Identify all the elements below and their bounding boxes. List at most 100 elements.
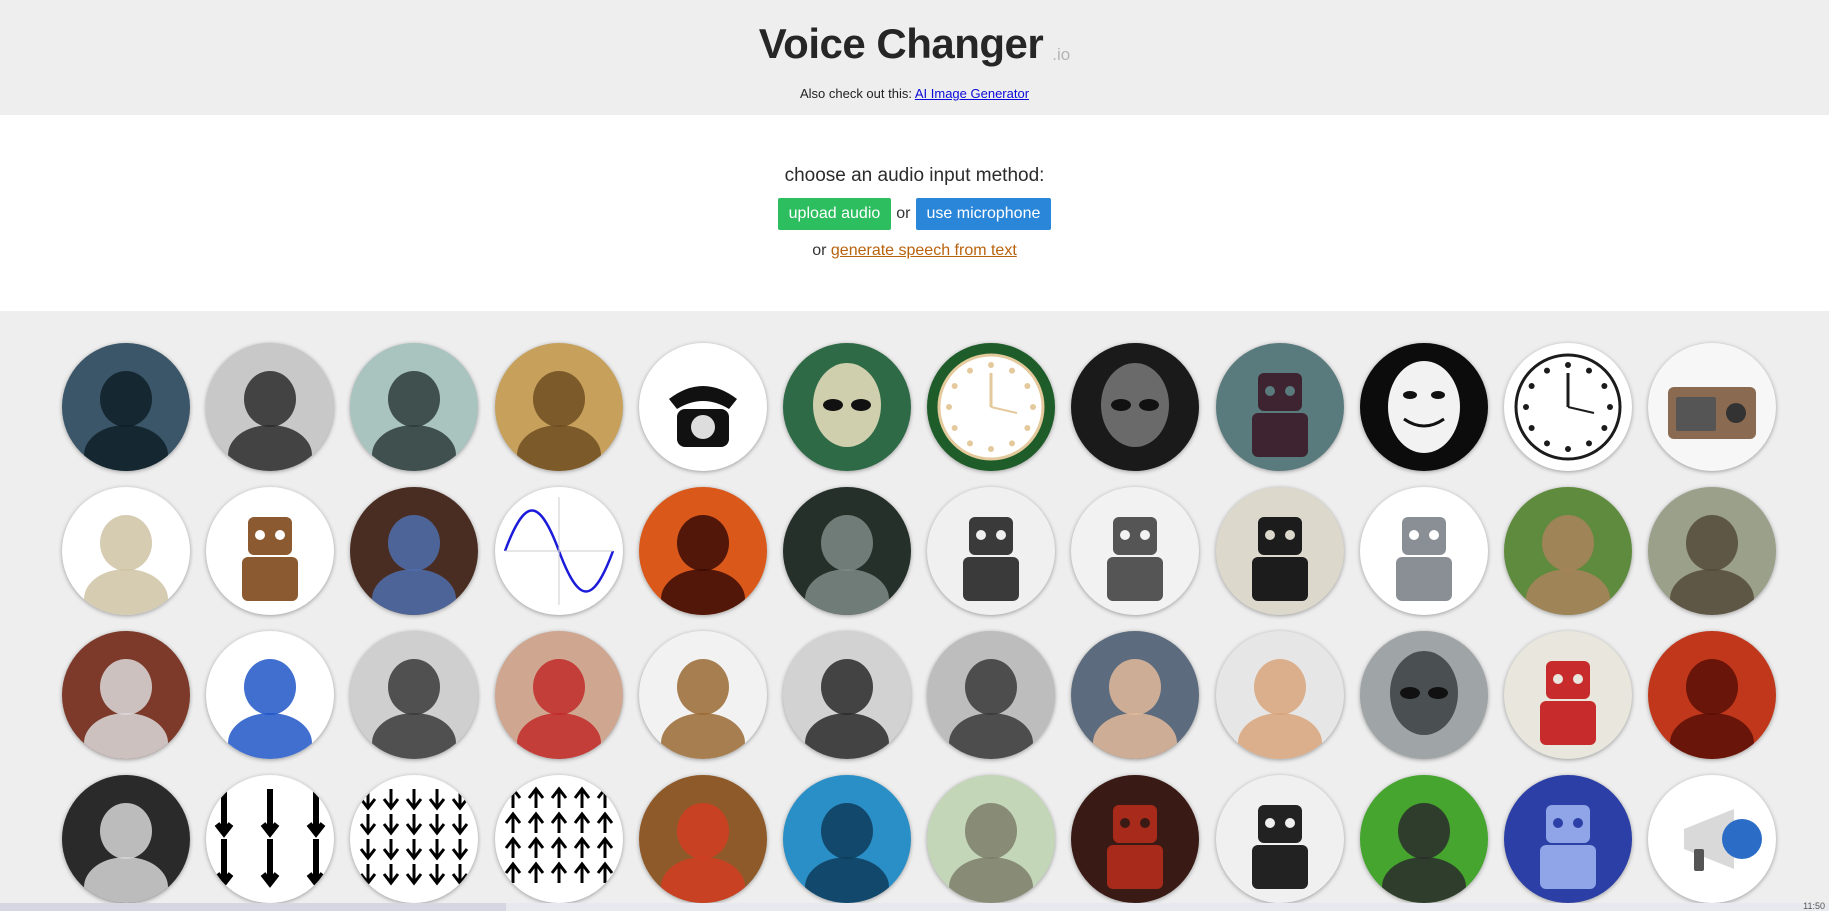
- playing-cards-voice-button[interactable]: [495, 631, 623, 759]
- dark-knight-voice-button[interactable]: [927, 631, 1055, 759]
- monster-roar-icon: [84, 371, 168, 471]
- mosquito-icon: [1382, 803, 1466, 903]
- ghost-hand-voice-button[interactable]: [350, 343, 478, 471]
- ushanka-officer-icon: [1093, 659, 1177, 759]
- tortoise-voice-button[interactable]: [1648, 487, 1776, 615]
- sine-wave-voice-button[interactable]: [495, 487, 623, 615]
- monster-roar-voice-button[interactable]: [62, 343, 190, 471]
- cymbal-voice-button[interactable]: [62, 487, 190, 615]
- blue-transformer-icon: [1540, 805, 1596, 889]
- wooden-speaker-voice-button[interactable]: [639, 631, 767, 759]
- ushanka-officer-voice-button[interactable]: [1071, 631, 1199, 759]
- kirobo-robot-icon: [1540, 661, 1596, 745]
- ghost-hand-icon: [372, 371, 456, 471]
- audio-input-panel: choose an audio input method: upload aud…: [0, 115, 1829, 311]
- cave-icon: [805, 515, 889, 615]
- cathedral-icon: [517, 371, 601, 471]
- old-microphone-man-voice-button[interactable]: [783, 631, 911, 759]
- cyborg-icon: [1252, 373, 1308, 457]
- balrog-fire-voice-button[interactable]: [639, 487, 767, 615]
- tall-white-robot-voice-button[interactable]: [1071, 487, 1199, 615]
- title-suffix: .io: [1052, 45, 1071, 64]
- megaphone-voice-button[interactable]: [1648, 775, 1776, 903]
- gramophone-horn-voice-button[interactable]: [206, 343, 334, 471]
- chipmunk-voice-button[interactable]: [639, 775, 767, 903]
- big-down-arrows-voice-button[interactable]: [206, 775, 334, 903]
- radio-operator-icon: [372, 659, 456, 759]
- cave-voice-button[interactable]: [783, 487, 911, 615]
- megaphone-icon: [1684, 809, 1762, 871]
- tortoise-icon: [1670, 515, 1754, 615]
- rotary-telephone-voice-button[interactable]: [639, 343, 767, 471]
- many-down-arrows-voice-button[interactable]: [350, 775, 478, 903]
- also-check-out: Also check out this: AI Image Generator: [0, 86, 1829, 101]
- generate-speech-link[interactable]: generate speech from text: [831, 242, 1017, 259]
- tts-row: or generate speech from text: [0, 242, 1829, 260]
- also-text: Also check out this:: [799, 86, 912, 101]
- robot-snake-icon: [1252, 805, 1308, 889]
- chipmunk-icon: [661, 803, 745, 903]
- gramophone-horn-icon: [228, 371, 312, 471]
- red-robot-voice-button[interactable]: [1071, 775, 1199, 903]
- title-row: Voice Changer .io: [0, 20, 1829, 68]
- wtf-meme-icon: [1238, 659, 1322, 759]
- retro-radio-icon: [1668, 387, 1756, 439]
- guitar-pedal-icon: [372, 515, 456, 615]
- wtf-meme-voice-button[interactable]: [1216, 631, 1344, 759]
- red-demon-icon: [1670, 659, 1754, 759]
- hedgehog-icon: [228, 659, 312, 759]
- tin-toy-robot-icon: [1252, 517, 1308, 601]
- upload-audio-button[interactable]: upload audio: [777, 198, 892, 230]
- many-down-arrows-icon: [359, 789, 469, 886]
- tin-toy-robot-voice-button[interactable]: [1216, 487, 1344, 615]
- grey-alien-robot-icon: [1390, 651, 1458, 735]
- many-up-arrows-icon: [504, 786, 614, 883]
- tall-white-robot-icon: [1107, 517, 1163, 601]
- dark-alien-icon: [1101, 363, 1169, 447]
- retro-computer-voice-button[interactable]: [927, 775, 1055, 903]
- mosquito-voice-button[interactable]: [1360, 775, 1488, 903]
- old-microphone-man-icon: [805, 659, 889, 759]
- dalek-voice-button[interactable]: [206, 487, 334, 615]
- astronaut-voice-button[interactable]: [62, 775, 190, 903]
- site-title[interactable]: Voice Changer: [759, 20, 1044, 68]
- use-microphone-button[interactable]: use microphone: [915, 198, 1052, 230]
- scuba-diver-voice-button[interactable]: [783, 775, 911, 903]
- many-up-arrows-voice-button[interactable]: [495, 775, 623, 903]
- retro-radio-voice-button[interactable]: [1648, 343, 1776, 471]
- ai-image-generator-link[interactable]: AI Image Generator: [915, 86, 1029, 101]
- grey-alien-voice-button[interactable]: [783, 343, 911, 471]
- wooden-speaker-icon: [661, 659, 745, 759]
- lego-robot-voice-button[interactable]: [1360, 487, 1488, 615]
- snail-icon: [1526, 515, 1610, 615]
- white-robot-icon: [963, 517, 1019, 601]
- sine-wave-icon: [503, 497, 615, 605]
- dark-knight-icon: [949, 659, 1033, 759]
- astronaut-icon: [84, 803, 168, 903]
- red-demon-voice-button[interactable]: [1648, 631, 1776, 759]
- input-buttons: upload audio or use microphone: [0, 198, 1829, 230]
- kirobo-robot-voice-button[interactable]: [1504, 631, 1632, 759]
- sprinter-voice-button[interactable]: [62, 631, 190, 759]
- radio-operator-voice-button[interactable]: [350, 631, 478, 759]
- snail-voice-button[interactable]: [1504, 487, 1632, 615]
- sprinter-icon: [84, 659, 168, 759]
- dark-alien-voice-button[interactable]: [1071, 343, 1199, 471]
- white-robot-voice-button[interactable]: [927, 487, 1055, 615]
- robot-snake-voice-button[interactable]: [1216, 775, 1344, 903]
- melting-clock-voice-button[interactable]: [927, 343, 1055, 471]
- cyborg-voice-button[interactable]: [1216, 343, 1344, 471]
- hedgehog-voice-button[interactable]: [206, 631, 334, 759]
- guitar-pedal-voice-button[interactable]: [350, 487, 478, 615]
- input-method-prompt: choose an audio input method:: [784, 165, 1045, 186]
- scuba-diver-icon: [805, 803, 889, 903]
- dalek-icon: [242, 517, 298, 601]
- grey-alien-robot-voice-button[interactable]: [1360, 631, 1488, 759]
- guy-fawkes-mask-voice-button[interactable]: [1360, 343, 1488, 471]
- cathedral-voice-button[interactable]: [495, 343, 623, 471]
- blue-transformer-voice-button[interactable]: [1504, 775, 1632, 903]
- rotary-telephone-icon: [669, 386, 737, 447]
- grey-alien-icon: [813, 363, 881, 447]
- backwards-clock-voice-button[interactable]: [1504, 343, 1632, 471]
- red-robot-icon: [1107, 805, 1163, 889]
